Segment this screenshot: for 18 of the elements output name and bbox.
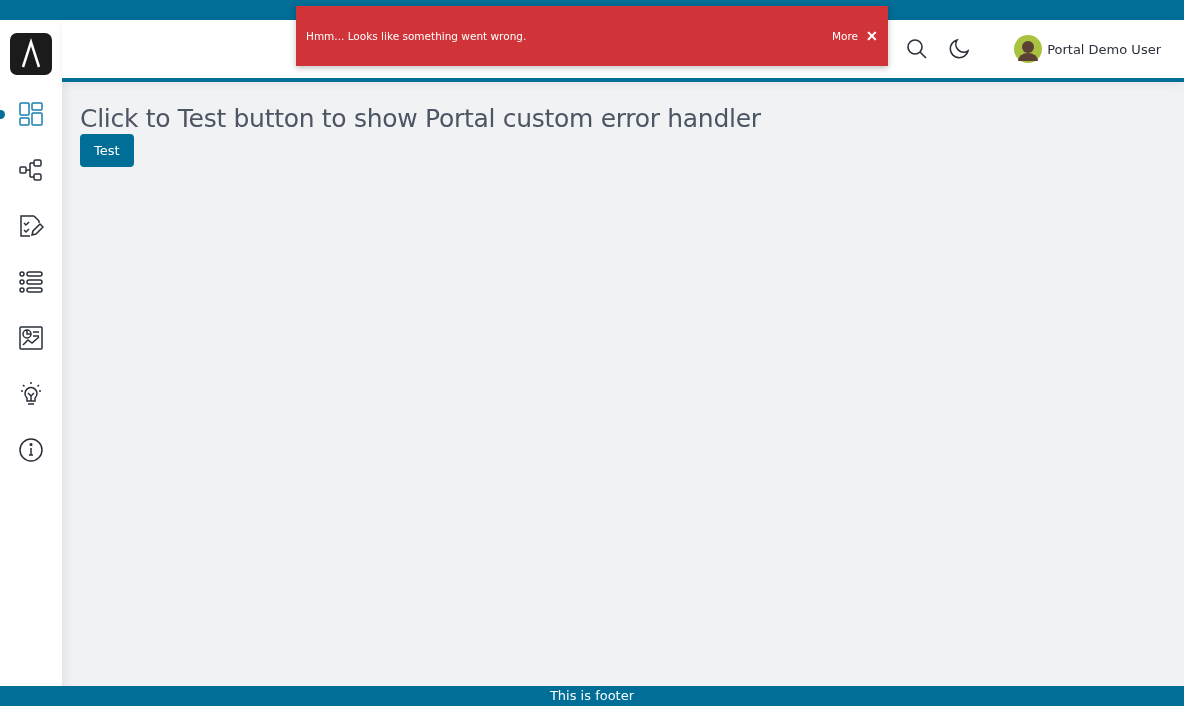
error-message: Hmm... Looks like something went wrong.	[306, 30, 528, 42]
avatar-icon[interactable]	[1014, 35, 1043, 63]
moon-icon[interactable]	[948, 38, 971, 60]
flowchart-icon[interactable]	[18, 157, 44, 183]
more-link[interactable]: More	[831, 30, 858, 42]
footer-text: This is footer	[549, 688, 635, 703]
list-icon[interactable]	[18, 269, 44, 295]
search-icon[interactable]	[906, 38, 929, 60]
close-button[interactable]: ✕	[866, 28, 878, 44]
page-heading: Click to Test button to show Portal custom error handler	[80, 104, 762, 133]
info-icon[interactable]	[18, 437, 44, 463]
lightbulb-icon[interactable]	[18, 381, 44, 407]
dashboard-icon[interactable]	[18, 101, 44, 127]
test-button[interactable]: Test	[80, 134, 134, 167]
logo-icon[interactable]	[10, 33, 52, 75]
checklist-edit-icon[interactable]	[18, 213, 44, 239]
chart-report-icon[interactable]	[18, 325, 44, 351]
user-name[interactable]: Portal Demo User	[1047, 41, 1161, 57]
